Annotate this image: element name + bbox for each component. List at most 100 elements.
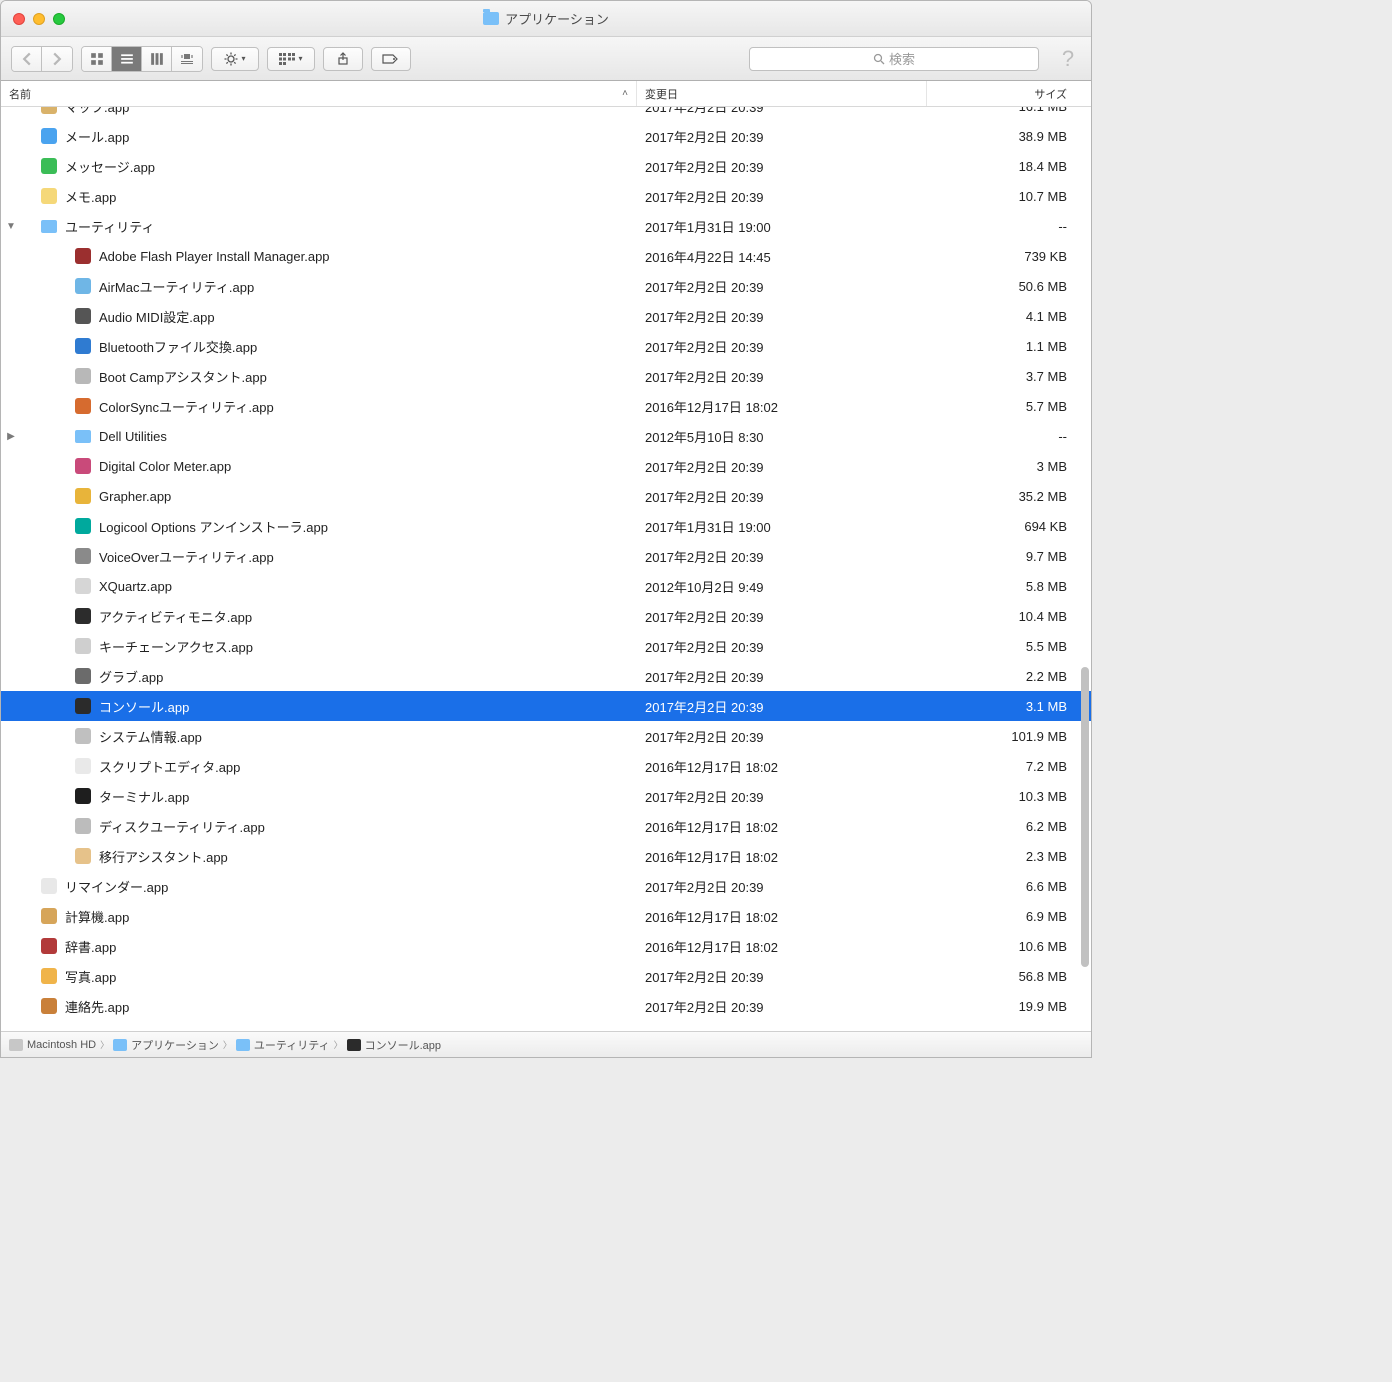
file-row[interactable]: ▶Dell Utilities2012年5月10日 8:30-- (1, 421, 1091, 451)
forward-button[interactable] (42, 47, 72, 71)
file-row[interactable]: リマインダー.app2017年2月2日 20:396.6 MB (1, 871, 1091, 901)
file-size: 2.3 MB (927, 849, 1091, 864)
path-segment[interactable]: Macintosh HD (27, 1039, 96, 1051)
file-row[interactable]: コンソール.app2017年2月2日 20:393.1 MB (1, 691, 1091, 721)
tags-button[interactable] (371, 47, 411, 71)
file-row[interactable]: システム情報.app2017年2月2日 20:39101.9 MB (1, 721, 1091, 751)
path-bar: Macintosh HD〉アプリケーション〉ユーティリティ〉コンソール.app (1, 1031, 1091, 1057)
file-row[interactable]: アクティビティモニタ.app2017年2月2日 20:3910.4 MB (1, 601, 1091, 631)
file-date: 2017年2月2日 20:39 (637, 307, 927, 326)
app-icon (75, 398, 91, 414)
file-date: 2017年2月2日 20:39 (637, 637, 927, 656)
file-row[interactable]: ▼ユーティリティ2017年1月31日 19:00-- (1, 211, 1091, 241)
file-row[interactable]: Logicool Options アンインストーラ.app2017年1月31日 … (1, 511, 1091, 541)
file-size: -- (927, 429, 1091, 444)
file-row[interactable]: ディスクユーティリティ.app2016年12月17日 18:026.2 MB (1, 811, 1091, 841)
file-row[interactable]: ColorSyncユーティリティ.app2016年12月17日 18:025.7… (1, 391, 1091, 421)
disclosure-triangle[interactable]: ▼ (1, 221, 21, 232)
file-size: 19.9 MB (927, 999, 1091, 1014)
scrollbar-thumb[interactable] (1081, 667, 1089, 967)
file-date: 2017年2月2日 20:39 (637, 697, 927, 716)
file-row[interactable]: 移行アシスタント.app2016年12月17日 18:022.3 MB (1, 841, 1091, 871)
app-icon (75, 278, 91, 294)
file-row[interactable]: メッセージ.app2017年2月2日 20:3918.4 MB (1, 151, 1091, 181)
file-name: メール.app (65, 127, 129, 146)
action-menu-button[interactable]: ▾ (211, 47, 259, 71)
app-icon (75, 548, 91, 564)
file-row[interactable]: ターミナル.app2017年2月2日 20:3910.3 MB (1, 781, 1091, 811)
app-icon (41, 188, 57, 204)
file-row[interactable]: スクリプトエディタ.app2016年12月17日 18:027.2 MB (1, 751, 1091, 781)
file-size: 3.7 MB (927, 369, 1091, 384)
chevron-right-icon: 〉 (100, 1038, 109, 1051)
file-row[interactable]: Digital Color Meter.app2017年2月2日 20:393 … (1, 451, 1091, 481)
coverflow-view-button[interactable] (172, 47, 202, 71)
file-date: 2017年2月2日 20:39 (637, 667, 927, 686)
file-row[interactable]: 写真.app2017年2月2日 20:3956.8 MB (1, 961, 1091, 991)
file-row[interactable]: AirMacユーティリティ.app2017年2月2日 20:3950.6 MB (1, 271, 1091, 301)
list-view-button[interactable] (112, 47, 142, 71)
file-row[interactable]: メール.app2017年2月2日 20:3938.9 MB (1, 121, 1091, 151)
file-size: 56.8 MB (927, 969, 1091, 984)
file-row[interactable]: VoiceOverユーティリティ.app2017年2月2日 20:399.7 M… (1, 541, 1091, 571)
app-icon (75, 638, 91, 654)
file-date: 2017年2月2日 20:39 (637, 547, 927, 566)
file-row[interactable]: マップ.app2017年2月2日 20:3916.1 MB (1, 107, 1091, 121)
file-row[interactable]: Bluetoothファイル交換.app2017年2月2日 20:391.1 MB (1, 331, 1091, 361)
chevron-right-icon: 〉 (223, 1038, 232, 1051)
arrange-menu-button[interactable]: ▾ (267, 47, 315, 71)
file-size: 739 KB (927, 249, 1091, 264)
file-row[interactable]: メモ.app2017年2月2日 20:3910.7 MB (1, 181, 1091, 211)
share-button[interactable] (323, 47, 363, 71)
back-button[interactable] (12, 47, 42, 71)
path-segment[interactable]: アプリケーション (131, 1037, 219, 1053)
file-row[interactable]: キーチェーンアクセス.app2017年2月2日 20:395.5 MB (1, 631, 1091, 661)
path-segment[interactable]: コンソール.app (365, 1037, 441, 1053)
file-row[interactable]: Grapher.app2017年2月2日 20:3935.2 MB (1, 481, 1091, 511)
file-row[interactable]: Audio MIDI設定.app2017年2月2日 20:394.1 MB (1, 301, 1091, 331)
icon-view-button[interactable] (82, 47, 112, 71)
help-button[interactable]: ? (1055, 46, 1081, 72)
app-icon (41, 128, 57, 144)
file-row[interactable]: XQuartz.app2012年10月2日 9:495.8 MB (1, 571, 1091, 601)
file-date: 2012年10月2日 9:49 (637, 577, 927, 596)
file-date: 2017年2月2日 20:39 (637, 337, 927, 356)
file-date: 2016年12月17日 18:02 (637, 397, 927, 416)
file-row[interactable]: 計算機.app2016年12月17日 18:026.9 MB (1, 901, 1091, 931)
app-icon (75, 578, 91, 594)
column-header-date[interactable]: 変更日 (637, 81, 927, 106)
file-name: 連絡先.app (65, 997, 129, 1016)
file-date: 2017年2月2日 20:39 (637, 997, 927, 1016)
column-header-size[interactable]: サイズ (927, 81, 1091, 106)
file-name: アクティビティモニタ.app (99, 607, 252, 626)
scrollbar[interactable] (1081, 667, 1089, 967)
file-date: 2012年5月10日 8:30 (637, 427, 927, 446)
search-field[interactable]: 検索 (749, 47, 1039, 71)
file-row[interactable]: グラブ.app2017年2月2日 20:392.2 MB (1, 661, 1091, 691)
file-date: 2017年1月31日 19:00 (637, 517, 927, 536)
arrange-icon (279, 53, 295, 65)
column-view-button[interactable] (142, 47, 172, 71)
column-header-name[interactable]: 名前 ˄ (1, 81, 637, 106)
file-date: 2016年12月17日 18:02 (637, 817, 927, 836)
file-date: 2017年2月2日 20:39 (637, 157, 927, 176)
file-row[interactable]: Boot Campアシスタント.app2017年2月2日 20:393.7 MB (1, 361, 1091, 391)
file-size: 4.1 MB (927, 309, 1091, 324)
disclosure-triangle[interactable]: ▶ (1, 431, 21, 442)
file-date: 2016年12月17日 18:02 (637, 937, 927, 956)
file-size: 35.2 MB (927, 489, 1091, 504)
tag-icon (382, 53, 400, 65)
file-row[interactable]: Adobe Flash Player Install Manager.app20… (1, 241, 1091, 271)
app-icon (75, 818, 91, 834)
file-row[interactable]: 辞書.app2016年12月17日 18:0210.6 MB (1, 931, 1091, 961)
file-date: 2017年1月31日 19:00 (637, 217, 927, 236)
app-icon (75, 338, 91, 354)
app-icon (75, 518, 91, 534)
chevron-down-icon: ▾ (241, 54, 245, 63)
chevron-right-icon: 〉 (334, 1038, 343, 1051)
file-name: マップ.app (65, 107, 129, 116)
path-segment[interactable]: ユーティリティ (254, 1037, 330, 1053)
app-icon (75, 458, 91, 474)
file-row[interactable]: 連絡先.app 2017年2月2日 20:3919.9 MB (1, 991, 1091, 1021)
file-list[interactable]: マップ.app2017年2月2日 20:3916.1 MBメール.app2017… (1, 107, 1091, 1031)
